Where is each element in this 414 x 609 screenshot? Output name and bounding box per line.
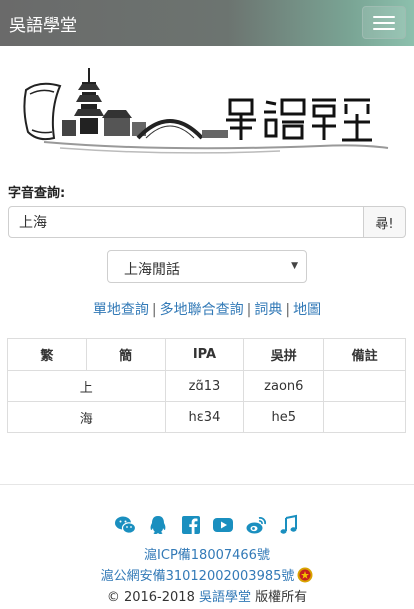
police-record-line: 滬公網安備31012002003985號 — [0, 565, 414, 584]
site-logo[interactable] — [20, 60, 390, 160]
dialect-select-value: 上海閒話 — [124, 262, 180, 278]
wechat-icon[interactable] — [114, 514, 137, 536]
cell-character: 海 — [7, 401, 166, 433]
copyright-prefix: © 2016-2018 — [106, 590, 195, 605]
hamburger-menu-icon-bar — [373, 28, 395, 30]
cell-ipa: hɛ34 — [164, 401, 245, 433]
link-dictionary[interactable]: 詞典 — [254, 302, 282, 318]
logo-pagoda-bridge-icon — [23, 68, 389, 154]
music-icon[interactable] — [278, 514, 300, 536]
search-label: 字音查詢: — [8, 186, 66, 201]
link-separator: | — [151, 302, 157, 318]
dialect-select[interactable]: 上海閒話 ▼ — [107, 250, 307, 283]
cell-wupin: he5 — [243, 401, 325, 433]
link-multi-query[interactable]: 多地聯合查詢 — [160, 302, 244, 318]
header-traditional: 繁 — [7, 338, 87, 371]
cell-character: 上 — [7, 370, 166, 402]
header-ipa: IPA — [164, 338, 245, 371]
link-single-query[interactable]: 單地查詢 — [93, 302, 149, 318]
header-note: 備註 — [323, 338, 406, 371]
footer-divider — [0, 484, 414, 485]
caret-down-icon: ▼ — [291, 261, 298, 271]
hamburger-menu-icon-bar — [373, 22, 395, 24]
copyright-suffix: 版權所有 — [255, 590, 308, 605]
navbar-brand[interactable]: 吳語學堂 — [9, 11, 77, 36]
header-wupin: 吳拼 — [243, 338, 325, 371]
social-icons — [114, 514, 300, 536]
table-row: 上 zɑ̃13 zaon6 — [7, 370, 406, 402]
cell-wupin: zaon6 — [243, 370, 325, 402]
link-separator: | — [285, 302, 291, 318]
result-table: 繁 簡 IPA 吳拼 備註 上 zɑ̃13 zaon6 海 hɛ34 he5 — [7, 338, 406, 433]
cell-ipa: zɑ̃13 — [164, 370, 245, 402]
table-row: 海 hɛ34 he5 — [7, 401, 406, 433]
cell-note — [323, 401, 406, 433]
link-map[interactable]: 地圖 — [293, 302, 321, 318]
menu-toggle-button[interactable] — [362, 6, 406, 39]
table-header-row: 繁 簡 IPA 吳拼 備註 — [7, 338, 406, 371]
top-navbar: 吳語學堂 — [0, 0, 414, 46]
query-links: 單地查詢 | 多地聯合查詢 | 詞典 | 地圖 — [0, 299, 414, 319]
search-button[interactable]: 尋! — [363, 206, 406, 238]
search-input[interactable] — [8, 206, 364, 238]
hamburger-menu-icon — [373, 16, 395, 18]
link-separator: | — [246, 302, 252, 318]
icp-link[interactable]: 滬ICP備18007466號 — [144, 548, 270, 563]
copyright-line: © 2016-2018 吳語學堂 版權所有 — [0, 586, 414, 605]
weibo-icon[interactable] — [245, 514, 267, 536]
police-badge-icon — [297, 567, 313, 583]
qq-icon[interactable] — [147, 514, 169, 536]
cell-note — [323, 370, 406, 402]
icp-line: 滬ICP備18007466號 — [0, 544, 414, 563]
copyright-site-link[interactable]: 吳語學堂 — [199, 590, 251, 605]
police-record-link[interactable]: 滬公網安備31012002003985號 — [101, 569, 295, 584]
facebook-icon[interactable] — [180, 514, 202, 536]
header-simplified: 簡 — [85, 338, 166, 371]
youtube-icon[interactable] — [212, 514, 234, 536]
